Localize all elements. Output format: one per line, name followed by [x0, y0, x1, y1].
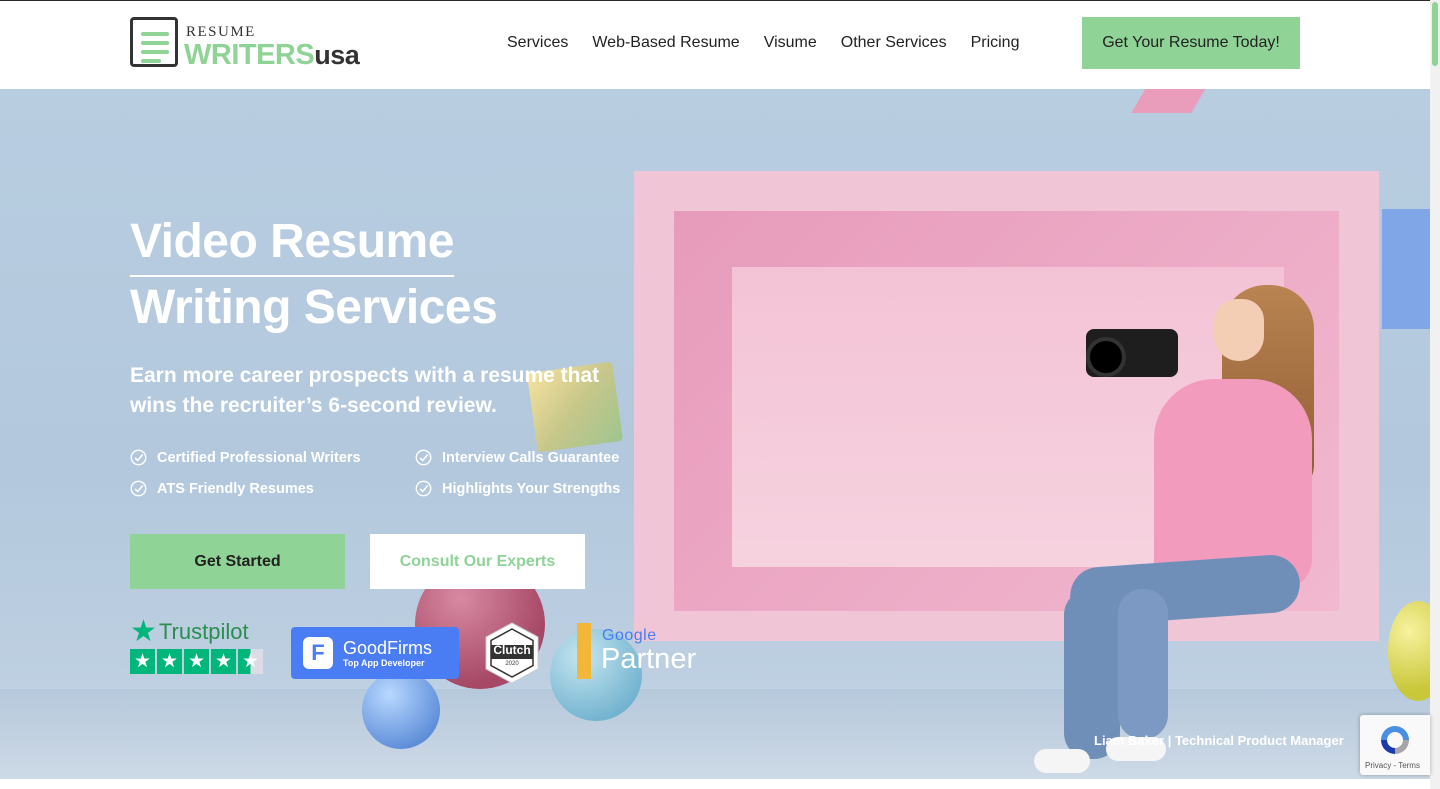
check-circle-icon	[130, 449, 147, 466]
blue-cube	[1382, 209, 1430, 329]
clutch-badge[interactable]: Clutch 2020	[482, 621, 542, 685]
partner-text: Partner	[601, 643, 697, 675]
star-icon: ★	[157, 649, 182, 674]
feature-item: ATS Friendly Resumes	[130, 480, 415, 497]
recaptcha-badge[interactable]: Privacy - Terms	[1360, 715, 1430, 775]
feature-item: Interview Calls Guarantee	[415, 449, 650, 466]
nav-web-based-resume[interactable]: Web-Based Resume	[592, 34, 739, 52]
page-bottom	[0, 779, 1430, 789]
clutch-text: Clutch 2020	[490, 643, 534, 667]
site-logo[interactable]: RESUME WRITERSusa	[130, 17, 360, 71]
feature-label: ATS Friendly Resumes	[157, 480, 314, 497]
star-icon: ★	[211, 649, 236, 674]
get-started-button[interactable]: Get Started	[130, 534, 345, 589]
trustpilot-badge[interactable]: ★ Trustpilot ★ ★ ★ ★ ★	[130, 617, 270, 681]
nav-other-services[interactable]: Other Services	[841, 34, 947, 52]
pink-cube	[1131, 89, 1209, 113]
person-caption: Liam Baker | Technical Product Manager	[1094, 733, 1344, 748]
yellow-sphere	[1388, 601, 1430, 701]
logo-text-main: WRITERSusa	[184, 39, 360, 72]
main-nav: Services Web-Based Resume Visume Other S…	[495, 17, 1031, 69]
nav-pricing[interactable]: Pricing	[971, 34, 1020, 52]
goodfirms-badge[interactable]: F GoodFirms Top App Developer	[291, 627, 459, 679]
trustpilot-rating: ★ ★ ★ ★ ★	[130, 649, 270, 674]
star-icon: ★	[130, 649, 155, 674]
person-leg	[1118, 589, 1168, 739]
goodfirms-name: GoodFirms	[343, 638, 433, 658]
star-icon: ★	[130, 615, 157, 648]
recaptcha-icon	[1381, 726, 1409, 754]
blue-sphere	[362, 671, 440, 749]
check-circle-icon	[130, 480, 147, 497]
star-icon: ★	[184, 649, 209, 674]
goodfirms-tagline: Top App Developer	[343, 658, 425, 668]
feature-label: Interview Calls Guarantee	[442, 449, 620, 466]
check-circle-icon	[415, 480, 432, 497]
nav-visume[interactable]: Visume	[764, 34, 817, 52]
check-circle-icon	[415, 449, 432, 466]
scrollbar-thumb[interactable]	[1432, 2, 1438, 66]
person-shoe	[1034, 749, 1090, 773]
trustpilot-name: Trustpilot	[158, 619, 249, 644]
clutch-year: 2020	[505, 661, 519, 667]
hero-title-line1: Video Resume	[130, 211, 454, 277]
trustpilot-brand: ★ Trustpilot	[130, 617, 270, 647]
goodfirms-logo-icon: F	[303, 637, 333, 669]
feature-item: Certified Professional Writers	[130, 449, 415, 466]
goodfirms-text: GoodFirms Top App Developer	[343, 638, 432, 668]
get-resume-button[interactable]: Get Your Resume Today!	[1082, 17, 1300, 69]
half-star-icon: ★	[238, 649, 263, 674]
hero-title: Video Resume Writing Services	[130, 211, 498, 339]
feature-label: Certified Professional Writers	[157, 449, 361, 466]
document-icon	[130, 17, 178, 67]
feature-list: Certified Professional Writers Interview…	[130, 449, 650, 497]
logo-text-writers: WRITERS	[184, 39, 315, 71]
hero-section: Video Resume Writing Services Earn more …	[0, 89, 1430, 779]
logo-text-usa: usa	[314, 40, 360, 70]
nav-services[interactable]: Services	[507, 34, 568, 52]
consult-experts-button[interactable]: Consult Our Experts	[370, 534, 585, 589]
feature-label: Highlights Your Strengths	[442, 480, 621, 497]
feature-item: Highlights Your Strengths	[415, 480, 650, 497]
camera-lens	[1086, 337, 1126, 377]
recaptcha-links[interactable]: Privacy - Terms	[1365, 761, 1420, 770]
hero-subtitle: Earn more career prospects with a resume…	[130, 364, 600, 417]
page-scrollbar[interactable]	[1430, 0, 1440, 789]
google-partner-badge[interactable]: Google Partner	[577, 623, 707, 679]
google-partner-bar	[577, 623, 591, 679]
site-header: RESUME WRITERSusa Services Web-Based Res…	[0, 0, 1430, 89]
person-face	[1214, 299, 1264, 361]
clutch-name: Clutch	[493, 643, 531, 657]
hero-title-line2: Writing Services	[130, 281, 498, 334]
